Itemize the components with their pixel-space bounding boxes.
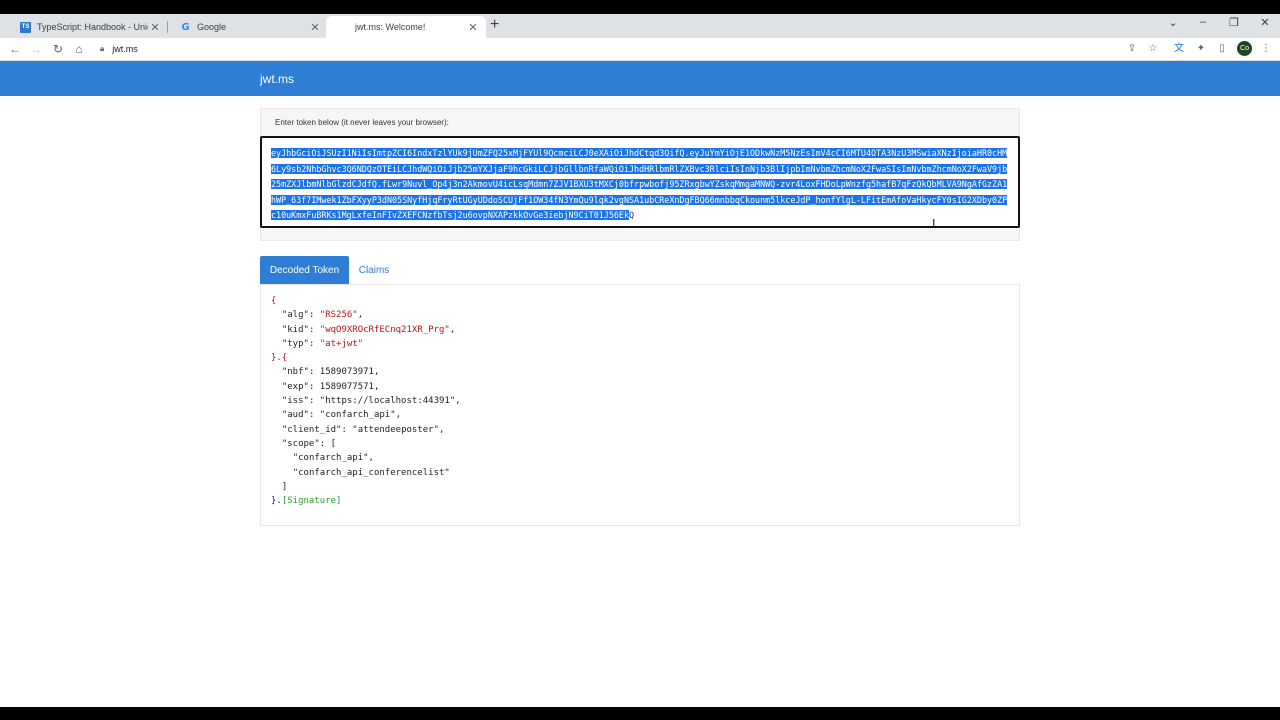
token-panel: Enter token below (it never leaves your …	[260, 108, 1020, 241]
token-selected-text: eyJhbGciOiJSUzI1NiIsImtpZCI6IndxTzlYUk9j…	[271, 148, 1008, 220]
signature-label: [Signature]	[281, 496, 342, 507]
token-input[interactable]: eyJhbGciOiJSUzI1NiIsImtpZCI6IndxTzlYUk9j…	[260, 136, 1020, 228]
json-key: "iss"	[281, 396, 309, 407]
reload-icon[interactable]: ↻	[50, 41, 66, 57]
close-icon[interactable]: ✕	[308, 21, 322, 34]
json-value: "wqO9XROcRfECnq21XR_Prg"	[319, 324, 450, 335]
back-icon[interactable]: ←	[7, 41, 23, 57]
json-key: "scope"	[281, 438, 320, 449]
decoded-json: { "alg": "RS256", "kid": "wqO9XROcRfECnq…	[271, 296, 461, 507]
text-cursor-icon: I	[932, 217, 936, 231]
translate-icon[interactable]: 文	[1172, 42, 1186, 56]
json-key: "client_id"	[281, 424, 342, 435]
json-comma: ,	[395, 410, 402, 421]
json-key: "typ"	[281, 338, 309, 349]
screen: TS TypeScript: Handbook - Unions a ✕ G G…	[0, 0, 1280, 720]
profile-avatar[interactable]: Co	[1237, 41, 1252, 56]
share-icon[interactable]: ⇪	[1125, 42, 1139, 56]
address-bar[interactable]: 🔒︎ jwt.ms	[96, 40, 1116, 58]
json-key: "kid"	[281, 324, 309, 335]
token-text: eyJhbGciOiJSUzI1NiIsImtpZCI6IndxTzlYUk9j…	[271, 146, 1009, 224]
letterbox-top	[0, 0, 1280, 14]
json-key: "alg"	[281, 310, 309, 321]
token-label: Enter token below (it never leaves your …	[275, 118, 449, 127]
json-value: "https://localhost:44391"	[319, 396, 456, 407]
forward-icon[interactable]: →	[28, 41, 44, 57]
site-navbar: jwt.ms	[0, 61, 1280, 96]
tab-title: jwt.ms: Welcome!	[355, 22, 426, 32]
new-tab-button[interactable]: +	[490, 17, 499, 33]
typescript-icon: TS	[20, 21, 31, 33]
json-comma: ,	[357, 310, 364, 321]
json-comma: ,	[373, 381, 380, 392]
tab-claims[interactable]: Claims	[349, 256, 399, 284]
home-icon[interactable]: ⌂	[71, 41, 87, 57]
json-key: "aud"	[281, 410, 309, 421]
json-key: "exp"	[281, 381, 309, 392]
open-brace: {	[271, 296, 277, 306]
tab-search-icon[interactable]: ⌄	[1161, 16, 1185, 29]
json-comma: ,	[439, 424, 445, 435]
json-value: 1589077571	[319, 381, 374, 392]
json-key: "nbf"	[281, 367, 309, 378]
json-value: 1589073971	[319, 367, 374, 378]
side-panel-icon[interactable]: ▯	[1215, 42, 1229, 56]
lock-icon[interactable]: 🔒︎	[100, 44, 104, 54]
google-icon: G	[181, 21, 190, 33]
scope-open-bracket: [	[330, 438, 337, 449]
letterbox-bottom	[0, 707, 1280, 720]
menu-kebab-icon[interactable]: ⋮	[1259, 42, 1273, 56]
minimize-icon[interactable]: –	[1191, 16, 1215, 28]
close-brace: }.	[271, 496, 282, 507]
json-value: "RS256"	[319, 310, 358, 321]
tab-strip: TS TypeScript: Handbook - Unions a ✕ G G…	[0, 14, 1280, 38]
tab-title: Google	[197, 22, 227, 32]
browser-toolbar: ← → ↻ ⌂ 🔒︎ jwt.ms ⇪ ☆ 文 ✦ ▯ Co ⋮	[0, 38, 1280, 61]
restore-icon[interactable]: ❐	[1222, 16, 1246, 29]
window-close-icon[interactable]: ✕	[1253, 16, 1277, 29]
url-text: jwt.ms	[112, 44, 138, 54]
blank-icon	[338, 22, 349, 33]
json-value: "attendeeposter"	[352, 424, 439, 435]
browser-tab-jwtms[interactable]: jwt.ms: Welcome! ✕	[326, 16, 486, 38]
json-comma: ,	[449, 324, 456, 335]
token-unselected-text: Q	[629, 210, 635, 220]
tab-title: TypeScript: Handbook - Unions a	[37, 22, 148, 32]
json-comma: ,	[373, 367, 380, 378]
decoded-token-panel: { "alg": "RS256", "kid": "wqO9XROcRfECnq…	[260, 284, 1020, 526]
browser-tab-google[interactable]: G Google ✕	[168, 16, 328, 38]
scope-item: "confarch_api",	[292, 453, 374, 464]
tab-decoded-token[interactable]: Decoded Token	[260, 256, 349, 284]
scope-close-bracket: ]	[281, 481, 288, 492]
scope-item: "confarch_api_conferencelist"	[292, 467, 450, 478]
json-comma: ,	[455, 396, 461, 407]
mid-brace: }.{	[271, 353, 288, 364]
json-value: "confarch_api"	[319, 410, 396, 421]
close-icon[interactable]: ✕	[148, 21, 162, 34]
site-brand[interactable]: jwt.ms	[260, 72, 294, 86]
browser-tab-typescript[interactable]: TS TypeScript: Handbook - Unions a ✕	[8, 16, 168, 38]
close-icon[interactable]: ✕	[466, 21, 480, 34]
extensions-icon[interactable]: ✦	[1194, 42, 1208, 56]
bookmark-star-icon[interactable]: ☆	[1146, 42, 1160, 56]
json-value: "at+jwt"	[319, 338, 364, 349]
